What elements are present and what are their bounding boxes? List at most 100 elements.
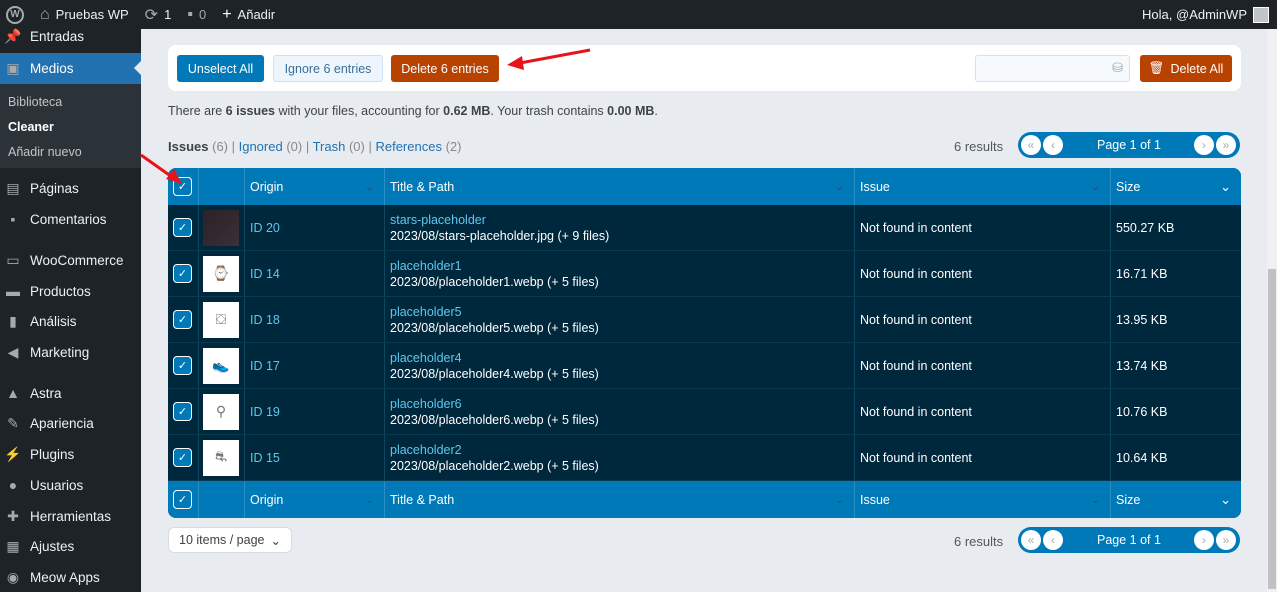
tab-trash[interactable]: Trash [313,139,346,154]
page-scrollbar[interactable] [1267,29,1277,592]
sidebar-item-meowapps[interactable]: ◉ Meow Apps [0,562,141,592]
admin-bar: W ⌂ Pruebas WP ⟳ 1 ▪ 0 + Añadir Hola, @Admin… [0,0,1277,29]
chevron-down-icon: ⌄ [1090,494,1100,506]
ignore-entries-button[interactable]: Ignore 6 entries [273,55,383,82]
select-all-checkbox[interactable]: ✓ [173,490,192,509]
row-checkbox[interactable]: ✓ [173,448,192,467]
table-row[interactable]: ✓ ID 20 stars-placeholder 2023/08/stars-p… [168,205,1241,251]
first-page-icon[interactable]: « [1021,135,1041,155]
sidebar-item-entradas[interactable]: 📌 Entradas [0,21,141,51]
submenu-item[interactable]: Añadir nuevo [8,145,82,159]
tab-references[interactable]: References [375,139,441,154]
column-header-size[interactable]: Size ⌄ [1111,481,1241,518]
tab-issues[interactable]: Issues [168,139,208,154]
chevron-down-icon: ⌄ [364,494,374,506]
thumbnail-image: ⚲ [203,393,239,430]
row-checkbox[interactable]: ✓ [173,264,192,283]
tab-ignored[interactable]: Ignored [239,139,283,154]
submenu-item[interactable]: Cleaner [8,120,54,134]
items-per-page-select[interactable]: 10 items / page ⌄ [168,527,292,553]
table-row[interactable]: ✓ ⛋ ID 18 placeholder5 2023/08/placeholde… [168,297,1241,343]
last-page-icon[interactable]: » [1216,135,1236,155]
table-row[interactable]: ✓ 👟 ID 17 placeholder4 2023/08/placeholde… [168,343,1241,389]
column-header-title-path[interactable]: Title & Path ⌄ [385,481,855,518]
row-checkbox[interactable]: ✓ [173,218,192,237]
sidebar-item-productos[interactable]: ▬ Productos [0,276,141,306]
origin-link[interactable]: ID 14 [250,267,280,281]
table-footer: ✓ Origin ⌄ Title & Path ⌄ Issue ⌄ Size ⌄ [168,481,1241,518]
column-header-issue[interactable]: Issue ⌄ [855,481,1111,518]
new-content-link[interactable]: + Añadir [222,6,275,24]
sidebar-item-anlisis[interactable]: ▮ Análisis [0,306,141,336]
sidebar-item-astra[interactable]: ▲ Astra [0,378,141,408]
origin-link[interactable]: ID 15 [250,451,280,465]
comments-link[interactable]: ▪ 0 [187,6,206,24]
sidebar-item-marketing[interactable]: ◀ Marketing [0,337,141,367]
first-page-icon[interactable]: « [1021,530,1041,550]
table-row[interactable]: ✓ ⌚ ID 14 placeholder1 2023/08/placeholde… [168,251,1241,297]
sidebar-item-pginas[interactable]: ▤ Páginas [0,173,141,203]
table-row[interactable]: ✓ ⚲ ID 19 placeholder6 2023/08/placeholde… [168,389,1241,435]
sidebar-item-comentarios[interactable]: ▪ Comentarios [0,204,141,234]
select-all-checkbox[interactable]: ✓ [173,177,192,196]
sidebar-item-plugins[interactable]: ⚡ Plugins [0,439,141,469]
origin-link[interactable]: ID 20 [250,221,280,235]
row-checkbox[interactable]: ✓ [173,402,192,421]
updates-link[interactable]: ⟳ 1 [145,5,172,25]
column-header-origin[interactable]: Origin ⌄ [245,168,385,205]
origin-link[interactable]: ID 17 [250,359,280,373]
issue-text: Not found in content [860,312,972,327]
column-header-title-path[interactable]: Title & Path ⌄ [385,168,855,205]
column-header-size[interactable]: Size ⌄ [1111,168,1241,205]
origin-link[interactable]: ID 18 [250,313,280,327]
refresh-icon: ⟳ [144,6,159,24]
prev-page-icon[interactable]: ‹ [1043,530,1063,550]
sidebar-item-usuarios[interactable]: ● Usuarios [0,470,141,500]
next-page-icon[interactable]: › [1194,530,1214,550]
media-title-link[interactable]: stars-placeholder [390,212,486,228]
thumbnail-image [203,209,239,246]
chevron-down-icon: ⌄ [270,533,281,548]
account-menu[interactable]: Hola, @AdminWP [1142,0,1269,29]
sidebar-item-medios[interactable]: ▣ Medios [0,53,141,84]
astra-icon: ▲ [6,385,20,401]
column-header-issue[interactable]: Issue ⌄ [855,168,1111,205]
column-header-origin[interactable]: Origin ⌄ [245,481,385,518]
chevron-down-icon: ⌄ [364,181,374,193]
chevron-down-icon: ⌄ [1090,181,1100,193]
row-checkbox[interactable]: ✓ [173,310,192,329]
results-count: 6 results [954,139,1004,154]
media-title-link[interactable]: placeholder4 [390,350,462,366]
sidebar-item-herramientas[interactable]: ✚ Herramientas [0,501,141,531]
settings-icon: ▦ [6,537,20,554]
chevron-down-icon: ⌄ [834,181,844,193]
results-count-bottom: 6 results [954,534,1004,549]
wrench-icon: ✚ [7,507,19,524]
sidebar-item-woocommerce[interactable]: ▭ WooCommerce [0,245,141,275]
comment-icon: ▪ [187,5,193,23]
sidebar-item-ajustes[interactable]: ▦ Ajustes [0,531,141,561]
file-size: 550.27 KB [1116,220,1175,235]
sidebar-item-apariencia[interactable]: ✎ Apariencia [0,408,141,438]
unselect-all-button[interactable]: Unselect All [177,55,264,82]
prev-page-icon[interactable]: ‹ [1043,135,1063,155]
last-page-icon[interactable]: » [1216,530,1236,550]
delete-all-button[interactable]: 🗑 Delete All [1140,55,1232,82]
user-icon: ● [8,477,18,493]
submenu-item[interactable]: Biblioteca [8,95,62,109]
table-row[interactable]: ✓ ⛐ ID 15 placeholder2 2023/08/placeholde… [168,435,1241,481]
comment-icon: ▪ [10,211,16,227]
media-title-link[interactable]: placeholder5 [390,304,462,320]
media-title-link[interactable]: placeholder2 [390,442,462,458]
chevron-down-icon: ⌄ [1220,491,1231,507]
delete-entries-button[interactable]: Delete 6 entries [391,55,499,82]
row-checkbox[interactable]: ✓ [173,356,192,375]
box-icon: ▬ [6,283,20,299]
next-page-icon[interactable]: › [1194,135,1214,155]
media-icon: ▣ [6,60,20,76]
file-path: 2023/08/placeholder6.webp (+ 5 files) [390,412,599,427]
media-title-link[interactable]: placeholder1 [390,258,462,274]
media-title-link[interactable]: placeholder6 [390,396,462,412]
search-input[interactable]: ⛁ [975,55,1130,82]
origin-link[interactable]: ID 19 [250,405,280,419]
